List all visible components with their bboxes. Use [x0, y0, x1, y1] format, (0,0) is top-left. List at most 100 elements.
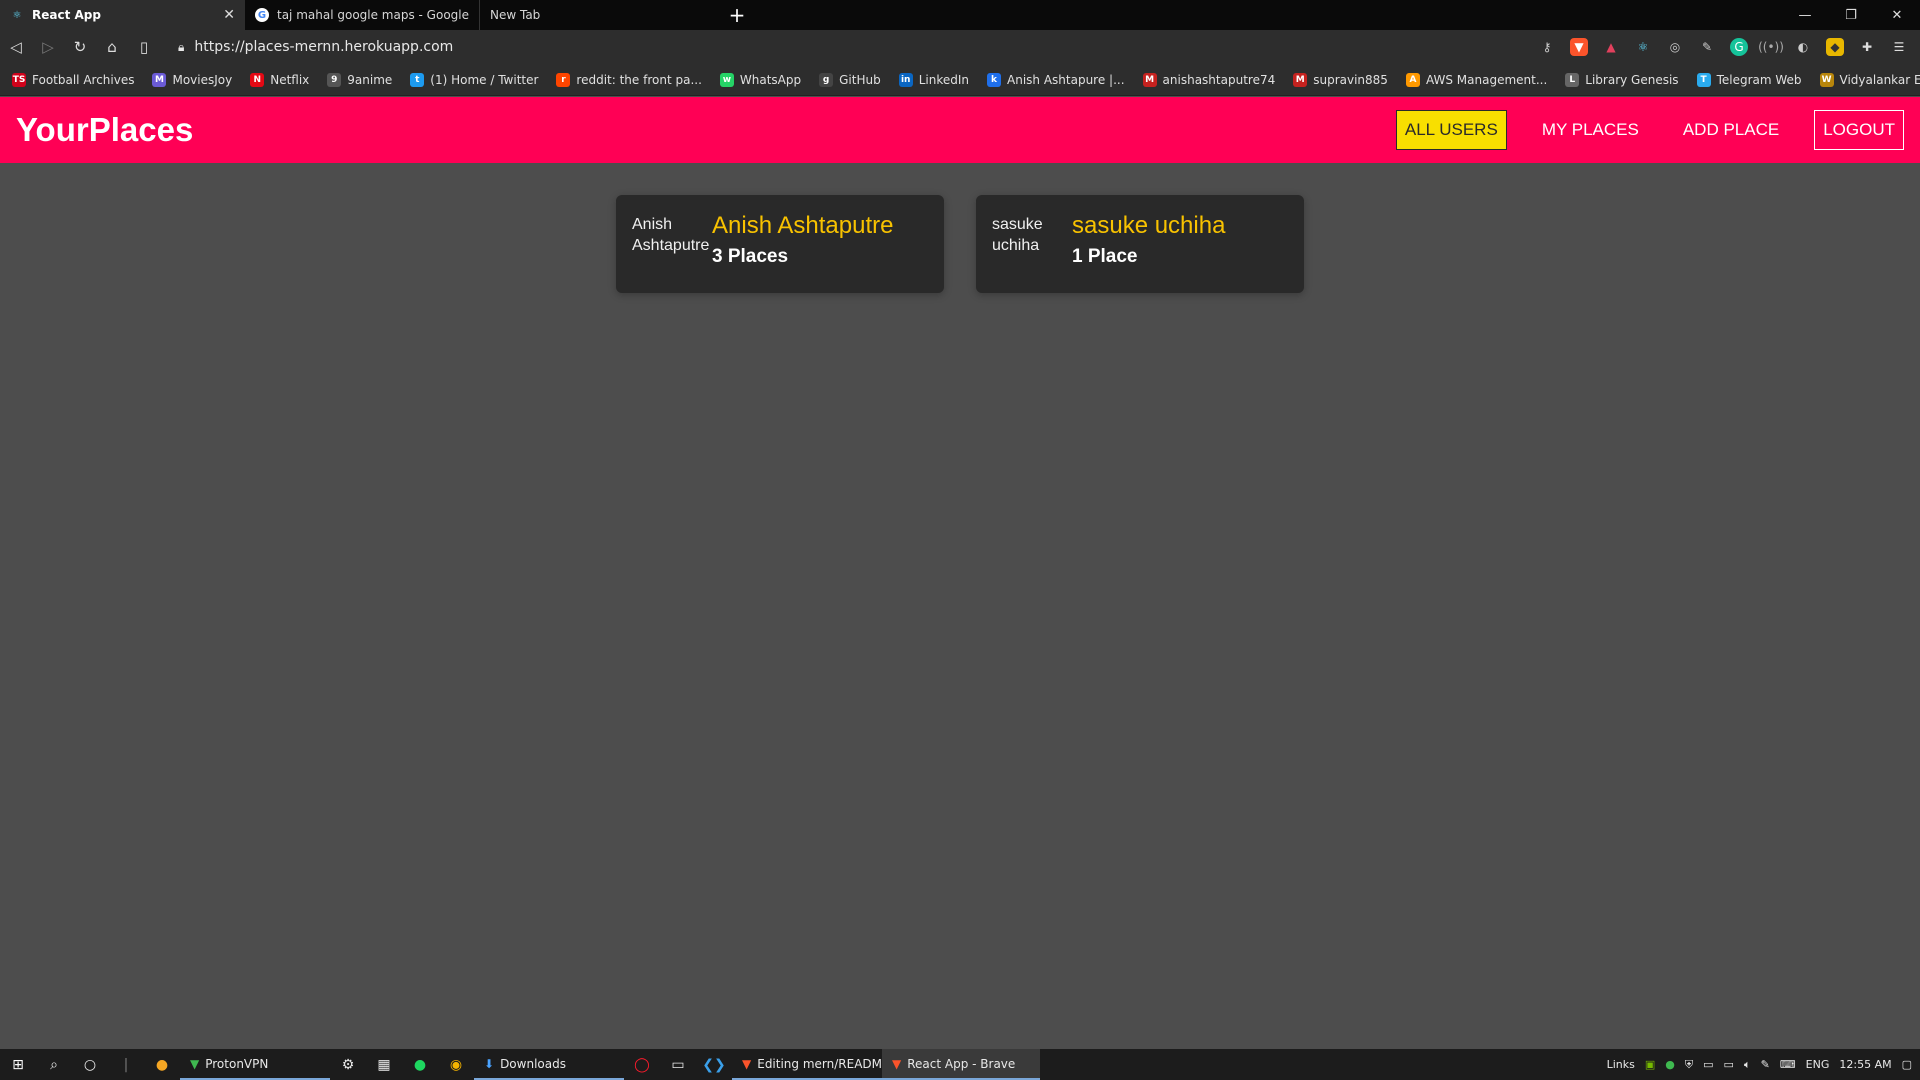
brave-shield-icon[interactable]: ▼ — [1570, 38, 1588, 56]
close-window-icon[interactable]: ✕ — [1874, 0, 1920, 30]
home-icon[interactable]: ⌂ — [96, 32, 128, 62]
badge-icon[interactable]: ◆ — [1826, 38, 1844, 56]
bookmark-item[interactable]: T Telegram Web — [1696, 72, 1802, 87]
record-icon[interactable]: ◎ — [1666, 38, 1684, 56]
bookmark-item[interactable]: r reddit: the front pa... — [556, 72, 702, 87]
bookmark-label: Anish Ashtapure |... — [1007, 72, 1125, 87]
forward-icon[interactable]: ▷ — [32, 32, 64, 62]
bookmark-label: Netflix — [270, 72, 310, 87]
bookmark-label: supravin885 — [1313, 72, 1388, 87]
tab-title: New Tab — [490, 8, 541, 22]
extensions-area: ⚷ ▼ ▲ ⚛ ◎ ✎ G ((•)) ◐ ◆ ✚ ☰ — [1538, 38, 1920, 56]
brave-rewards-icon[interactable]: ▲ — [1602, 38, 1620, 56]
windows-start-icon[interactable]: ⊞ — [0, 1049, 36, 1080]
settings-icon[interactable]: ⚙ — [330, 1049, 366, 1080]
network-icon[interactable]: ▭ — [1724, 1058, 1734, 1071]
bookmark-item[interactable]: W Vidyalankar ERP Sys... — [1819, 72, 1920, 87]
bookmark-item[interactable]: k Anish Ashtapure |... — [987, 72, 1125, 87]
bookmark-favicon-icon: M — [152, 72, 167, 87]
vscode-icon[interactable]: ❮❯ — [696, 1049, 732, 1080]
nav-my-places[interactable]: MY PLACES — [1533, 110, 1648, 150]
app-orange-icon[interactable]: ● — [144, 1049, 180, 1080]
bookmark-item[interactable]: Msupravin885 — [1293, 72, 1388, 87]
nvidia-icon[interactable]: ▣ — [1645, 1058, 1655, 1071]
cortana-icon[interactable]: ○ — [72, 1049, 108, 1080]
language-indicator[interactable]: ENG — [1806, 1058, 1830, 1071]
restore-icon[interactable]: ❐ — [1828, 0, 1874, 30]
bookmark-item[interactable]: 9 9anime — [327, 72, 392, 87]
clock[interactable]: 12:55 AM — [1839, 1058, 1891, 1071]
tab-new-tab[interactable]: New Tab — [480, 0, 720, 30]
pen-icon[interactable]: ✎ — [1698, 38, 1716, 56]
bookmark-item[interactable]: M MoviesJoy — [152, 72, 232, 87]
bookmark-label: reddit: the front pa... — [576, 72, 702, 87]
calculator-icon[interactable]: ▦ — [366, 1049, 402, 1080]
extension-icon[interactable]: ◐ — [1794, 38, 1812, 56]
protonvpn-icon: ▼ — [190, 1056, 200, 1071]
user-place-count: 3 Places — [712, 246, 789, 267]
user-place-count: 1 Place — [1072, 246, 1138, 267]
user-card[interactable]: Anish Ashtaputre Anish Ashtaputre 3 Plac… — [616, 195, 944, 293]
new-tab-button[interactable]: + — [720, 0, 754, 30]
menu-icon[interactable]: ☰ — [1890, 38, 1908, 56]
logout-button[interactable]: LOGOUT — [1814, 110, 1904, 150]
bookmark-item[interactable]: g GitHub — [819, 72, 881, 87]
bookmark-item[interactable]: A AWS Management... — [1405, 72, 1547, 87]
keyboard-icon[interactable]: ⌨ — [1780, 1058, 1796, 1071]
taskbar-app-label: Downloads — [500, 1056, 566, 1071]
bookmark-icon[interactable]: ▯ — [128, 32, 160, 62]
bookmark-item[interactable]: in LinkedIn — [898, 72, 969, 87]
vpn-tray-icon[interactable]: ● — [1665, 1058, 1675, 1071]
signal-icon[interactable]: ((•)) — [1758, 38, 1784, 56]
taskbar-app-label: Editing mern/READM... — [757, 1056, 894, 1071]
close-icon[interactable]: ✕ — [223, 7, 235, 23]
bookmark-item[interactable]: t (1) Home / Twitter — [410, 72, 538, 87]
notification-icon[interactable]: ▢ — [1902, 1058, 1912, 1071]
volume-icon[interactable]: 🔈︎ — [1744, 1058, 1751, 1072]
reload-icon[interactable]: ↻ — [64, 32, 96, 62]
nav-add-place[interactable]: ADD PLACE — [1674, 110, 1788, 150]
app-title[interactable]: YourPlaces — [16, 111, 193, 149]
taskbar-protonvpn[interactable]: ▼ ProtonVPN — [180, 1049, 330, 1080]
bookmark-item[interactable]: Manishashtaputre74 — [1142, 72, 1275, 87]
grammarly-icon[interactable]: G — [1730, 38, 1748, 56]
tab-title: React App — [32, 8, 101, 22]
bookmark-item[interactable]: w WhatsApp — [719, 72, 801, 87]
nav-all-users[interactable]: ALL USERS — [1395, 110, 1507, 150]
bookmark-favicon-icon: 9 — [327, 72, 342, 87]
bookmark-item[interactable]: L Library Genesis — [1565, 72, 1679, 87]
opera-icon[interactable]: ◯ — [624, 1049, 660, 1080]
taskbar-editing-readme[interactable]: ▼ Editing mern/READM... — [732, 1049, 893, 1080]
taskbar-downloads[interactable]: ⬇ Downloads — [474, 1049, 624, 1080]
pen-workspace-icon[interactable]: ✎ — [1761, 1058, 1770, 1071]
brave-icon: ▼ — [892, 1056, 902, 1071]
remote-desktop-icon[interactable]: ▭ — [660, 1049, 696, 1080]
tab-google-search[interactable]: G taj mahal google maps - Google Search — [245, 0, 480, 30]
bookmark-favicon-icon: A — [1405, 72, 1420, 87]
user-card[interactable]: sasuke uchiha sasuke uchiha 1 Place — [976, 195, 1304, 293]
user-name: sasuke uchiha — [1072, 212, 1226, 239]
search-icon[interactable]: ⌕ — [36, 1049, 72, 1080]
task-view-icon[interactable]: | — [108, 1049, 144, 1080]
puzzle-icon[interactable]: ✚ — [1858, 38, 1876, 56]
taskbar-react-app-brave[interactable]: ▼ React App - Brave — [882, 1049, 1040, 1080]
back-icon[interactable]: ◁ — [0, 32, 32, 62]
links-toolbar[interactable]: Links — [1607, 1058, 1635, 1071]
bookmark-favicon-icon: t — [410, 72, 425, 87]
bookmark-label: Library Genesis — [1585, 72, 1679, 87]
users-list: Anish Ashtaputre Anish Ashtaputre 3 Plac… — [0, 195, 1920, 293]
bookmark-favicon-icon: W — [1819, 72, 1834, 87]
battery-icon[interactable]: ▭ — [1703, 1058, 1713, 1071]
key-icon[interactable]: ⚷ — [1538, 38, 1556, 56]
shield-icon[interactable]: ⛨ — [1685, 1058, 1693, 1072]
browser-toolbar: ◁ ▷ ↻ ⌂ ▯ 🔒︎ https://places-mernn.heroku… — [0, 30, 1920, 64]
spotify-icon[interactable]: ● — [402, 1049, 438, 1080]
address-bar[interactable]: 🔒︎ https://places-mernn.herokuapp.com — [170, 33, 1470, 61]
react-devtools-icon[interactable]: ⚛ — [1634, 38, 1652, 56]
bookmark-item[interactable]: N Netflix — [250, 72, 310, 87]
chrome-icon[interactable]: ◉ — [438, 1049, 474, 1080]
tab-react-app[interactable]: ⚛ React App ✕ — [0, 0, 245, 30]
minimize-icon[interactable]: — — [1782, 0, 1828, 30]
bookmark-item[interactable]: TS Football Archives — [12, 72, 134, 87]
taskbar-app-label: React App - Brave — [907, 1056, 1016, 1071]
